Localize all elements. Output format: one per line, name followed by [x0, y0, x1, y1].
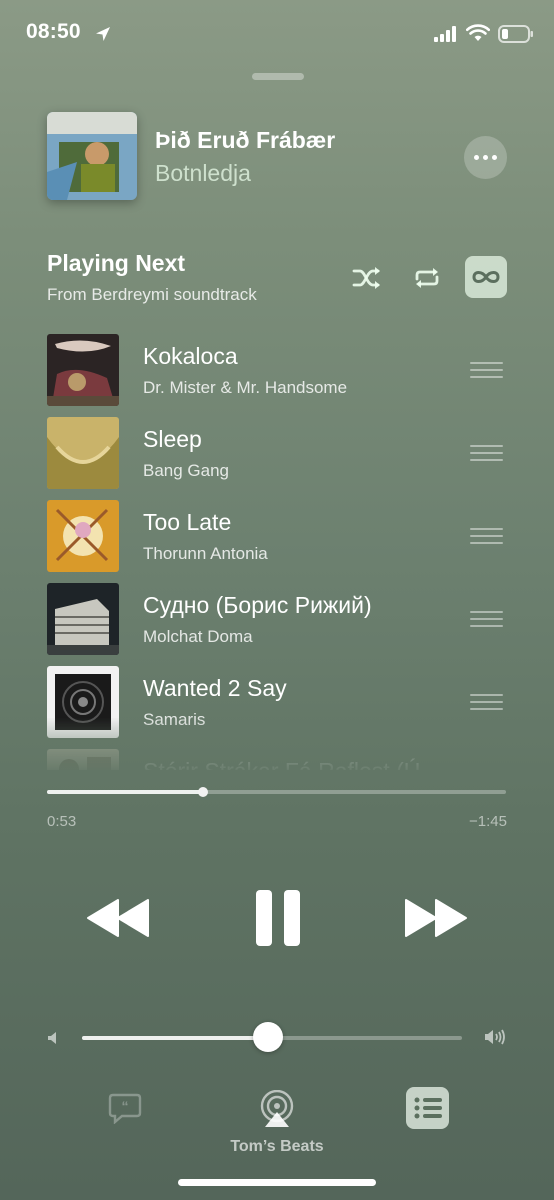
volume-fill	[82, 1036, 268, 1040]
track-artwork	[47, 749, 119, 770]
repeat-button[interactable]	[407, 258, 447, 298]
reorder-handle-icon[interactable]	[470, 362, 503, 378]
remaining-time: −1:45	[469, 813, 507, 830]
track-artwork	[47, 500, 119, 572]
volume-high-icon	[485, 1029, 505, 1045]
infinity-icon	[472, 271, 500, 283]
location-arrow-icon	[96, 27, 110, 41]
shuffle-icon	[352, 267, 380, 289]
track-title: Kokaloca	[143, 343, 238, 369]
wifi-icon	[466, 24, 490, 41]
now-playing-artist[interactable]: Botnledja	[155, 160, 251, 187]
airplay-button[interactable]	[257, 1090, 297, 1128]
queue-item[interactable]: Kokaloca Dr. Mister & Mr. Handsome	[0, 330, 554, 413]
track-artwork	[47, 334, 119, 406]
track-title: Sleep	[143, 426, 202, 452]
volume-slider-knob[interactable]	[253, 1022, 283, 1052]
reorder-handle-icon[interactable]	[470, 445, 503, 461]
volume-low-icon	[48, 1032, 56, 1044]
battery-icon	[498, 25, 533, 43]
pause-button[interactable]	[254, 890, 302, 946]
progress-scrubber[interactable]	[198, 787, 208, 797]
track-title: Судно (Борис Рижий)	[143, 592, 372, 618]
reorder-handle-icon[interactable]	[470, 694, 503, 710]
track-artist: Samaris	[143, 710, 206, 729]
track-artist: Bang Gang	[143, 461, 230, 480]
progress-fill	[47, 790, 203, 794]
now-playing-title: Þið Eruð Frábær	[155, 127, 336, 153]
lyrics-button[interactable]: “	[108, 1092, 142, 1124]
track-artwork	[47, 583, 119, 655]
queue-item[interactable]: Sleep Bang Gang	[0, 413, 554, 496]
queue-button[interactable]	[406, 1087, 449, 1129]
more-options-button[interactable]	[464, 136, 507, 179]
fast-forward-button[interactable]	[404, 898, 468, 938]
elapsed-time: 0:53	[47, 813, 77, 830]
sheet-grabber[interactable]	[252, 73, 304, 80]
rewind-button[interactable]	[86, 898, 150, 938]
track-artist: Thorunn Antonia	[143, 544, 268, 563]
autoplay-button[interactable]	[465, 256, 507, 298]
queue-item[interactable]: Судно (Борис Рижий) Molchat Doma	[0, 579, 554, 662]
repeat-icon	[415, 268, 439, 288]
now-playing-artwork[interactable]	[47, 112, 137, 200]
track-artwork	[47, 666, 119, 738]
track-artist: Molchat Doma	[143, 627, 253, 646]
reorder-handle-icon[interactable]	[470, 611, 503, 627]
track-title: Stórir Strákar Fá Raflost (Ú	[143, 758, 420, 770]
shuffle-button[interactable]	[347, 258, 387, 298]
queue-item[interactable]: Stórir Strákar Fá Raflost (Ú	[0, 745, 554, 770]
playing-next-heading: Playing Next	[47, 250, 186, 276]
queue-item[interactable]: Wanted 2 Say Samaris	[0, 662, 554, 745]
track-title: Wanted 2 Say	[143, 675, 287, 701]
status-time: 08:50	[26, 20, 81, 43]
track-artist: Dr. Mister & Mr. Handsome	[143, 378, 348, 397]
svg-text:“: “	[122, 1098, 129, 1114]
list-icon	[414, 1097, 442, 1119]
track-title: Too Late	[143, 509, 232, 535]
queue-list[interactable]: Kokaloca Dr. Mister & Mr. Handsome Sleep…	[0, 330, 554, 770]
queue-item[interactable]: Too Late Thorunn Antonia	[0, 496, 554, 579]
more-dots-icon	[474, 155, 479, 160]
home-indicator[interactable]	[178, 1179, 376, 1186]
track-artwork	[47, 417, 119, 489]
airplay-device-name: Tom’s Beats	[230, 1138, 324, 1155]
reorder-handle-icon[interactable]	[470, 528, 503, 544]
cellular-signal-icon	[434, 26, 456, 42]
playing-next-source: From Berdreymi soundtrack	[47, 285, 257, 304]
